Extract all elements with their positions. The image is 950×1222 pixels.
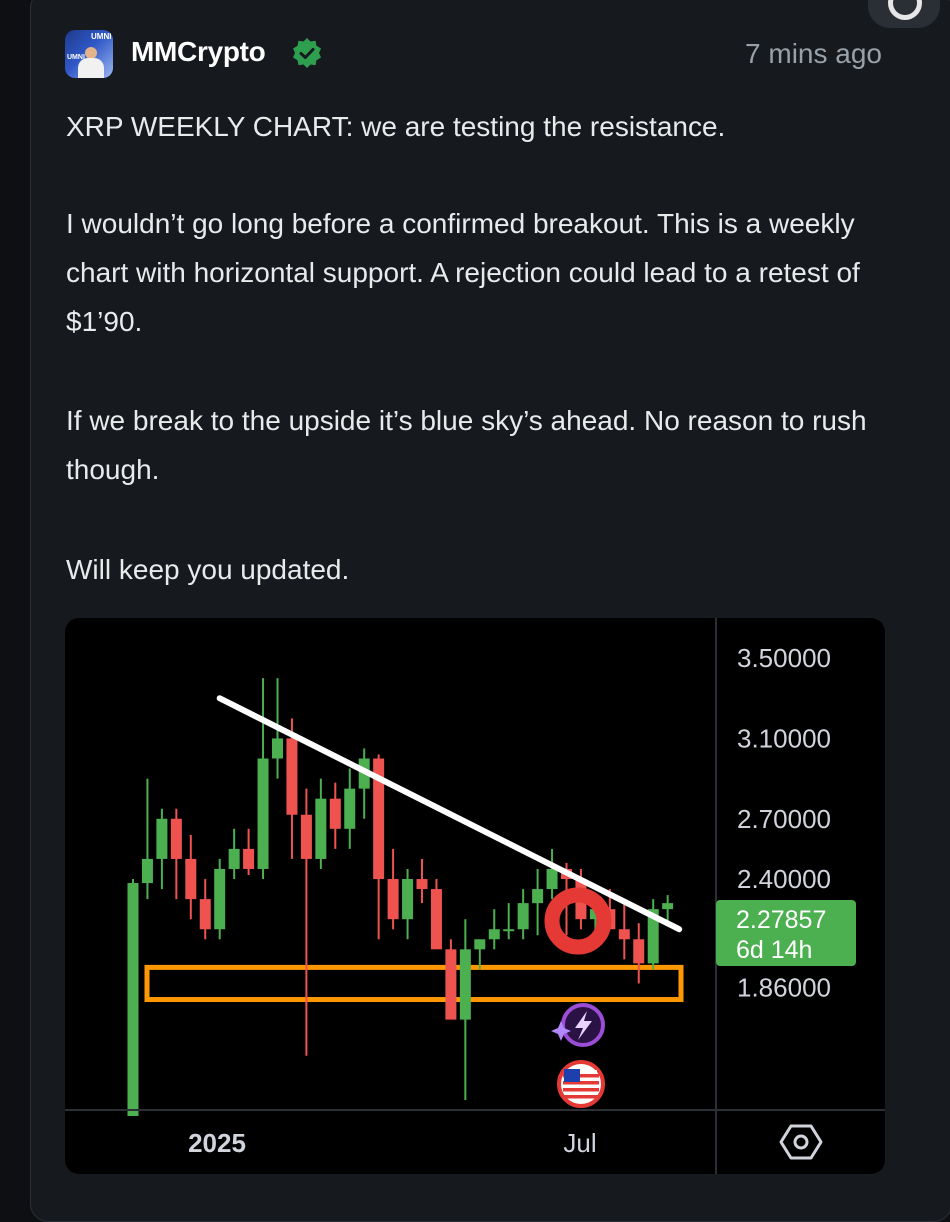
candle-body	[170, 818, 182, 859]
candle-body	[618, 929, 630, 940]
price-tick-label: 2.40000	[737, 864, 831, 894]
candle-body	[272, 738, 283, 759]
current-price-label: 2.27857	[736, 906, 826, 934]
candle-body	[402, 879, 414, 920]
price-tick-label: 3.10000	[737, 723, 831, 753]
more-options-button[interactable]	[868, 0, 940, 28]
candle-body	[416, 879, 428, 890]
settings-hexagon-center	[793, 1134, 809, 1150]
candlestick-chart: 3.500003.100002.700002.400002.100001.860…	[65, 618, 885, 1174]
verified-badge-icon	[293, 38, 321, 68]
post-paragraph-3: If we break to the upside it’s blue sky’…	[66, 405, 867, 485]
avatar[interactable]: UMNI UMNI	[65, 30, 113, 78]
candle-body	[387, 879, 399, 920]
candle-body	[633, 939, 645, 964]
candle-body	[459, 949, 471, 1020]
candle-body	[185, 858, 197, 900]
candle-body	[344, 788, 356, 829]
flag-stripe	[563, 1088, 599, 1092]
price-tick-label: 3.50000	[737, 643, 831, 673]
candle-body	[300, 814, 312, 859]
settings-hexagon-icon[interactable]	[779, 1124, 823, 1160]
candle-body	[141, 858, 153, 884]
candle-body	[286, 738, 298, 815]
candle-body	[315, 798, 327, 859]
post-timestamp: 7 mins ago	[745, 38, 882, 69]
support-zone-box	[144, 964, 684, 1003]
time-tick-label: Jul	[563, 1128, 596, 1158]
avatar-logo-text: UMNI	[91, 32, 112, 41]
candle-body	[503, 929, 515, 932]
post-paragraph-1: XRP WEEKLY CHART: we are testing the res…	[66, 111, 726, 142]
candle-body	[243, 848, 255, 869]
candle-body	[662, 903, 674, 910]
candle-body	[517, 903, 529, 930]
candle-body	[546, 868, 558, 890]
candle-body	[532, 889, 544, 904]
flag-canton	[564, 1069, 580, 1082]
time-tick-label: 2025	[188, 1128, 246, 1158]
candle-body	[329, 798, 341, 829]
chart-image[interactable]: 3.500003.100002.700002.400002.100001.860…	[65, 618, 885, 1174]
flag-stripe	[563, 1095, 599, 1099]
post-paragraph-2: I wouldn’t go long before a confirmed br…	[66, 208, 860, 337]
candle-body	[430, 889, 442, 950]
candle-body	[214, 868, 226, 930]
candle-body	[156, 818, 168, 859]
candle-body	[228, 848, 240, 869]
candle-body	[257, 758, 269, 869]
candle-body	[445, 949, 457, 1020]
price-tick-label: 1.86000	[737, 972, 831, 1002]
price-tick-label: 2.70000	[737, 804, 831, 834]
candle-body	[199, 899, 211, 930]
candle-body	[474, 939, 486, 950]
more-options-icon	[888, 0, 922, 20]
candle-countdown-label: 6d 14h	[736, 936, 812, 964]
candle-body	[127, 883, 139, 1117]
post-paragraph-4: Will keep you updated.	[66, 554, 350, 585]
author-name[interactable]: MMCrypto	[131, 36, 266, 68]
candle-body	[488, 929, 500, 940]
